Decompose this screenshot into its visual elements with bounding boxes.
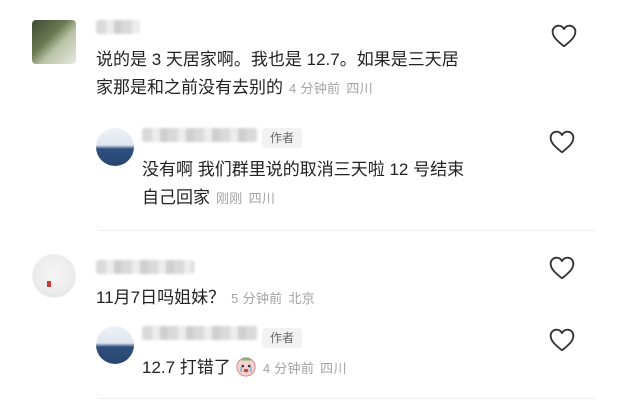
- comment-text-end: 家那是和之前没有去别的: [96, 78, 283, 97]
- avatar[interactable]: [96, 128, 134, 166]
- avatar[interactable]: [96, 326, 134, 364]
- reply-text-line: 自己回家 刚刚 四川: [142, 184, 542, 213]
- reply-text-line: 没有啊 我们群里说的取消三天啦 12 号结束: [142, 160, 465, 179]
- username[interactable]: [96, 20, 140, 34]
- divider: [98, 398, 596, 399]
- comment-text: 说的是 3 天居家啊。我也是 12.7。如果是三天居 家那是和之前没有去别的 4 …: [96, 46, 536, 103]
- heart-outline-icon[interactable]: [551, 24, 577, 48]
- crying-face-emoji: [236, 357, 256, 377]
- reply-text-end: 自己回家: [142, 188, 210, 207]
- username[interactable]: [142, 128, 258, 142]
- comment-item: 说的是 3 天居家啊。我也是 12.7。如果是三天居 家那是和之前没有去别的 4 …: [0, 0, 618, 232]
- comment-item: 11月7日吗姐妹？ 5 分钟前 北京 作者 12.7 打错了 4 分钟前 四川: [0, 232, 618, 402]
- username[interactable]: [96, 260, 194, 274]
- comment-time: 5 分钟前: [231, 291, 283, 306]
- comment-location: 北京: [288, 291, 316, 306]
- author-tag: 作者: [262, 128, 303, 148]
- comment-text-line: 11月7日吗姐妹？: [96, 288, 226, 307]
- username[interactable]: [142, 326, 258, 340]
- reply-location: 四川: [248, 191, 276, 206]
- reply-time: 刚刚: [216, 191, 243, 206]
- reply-text: 没有啊 我们群里说的取消三天啦 12 号结束 自己回家 刚刚 四川: [142, 156, 542, 213]
- divider: [98, 230, 596, 231]
- avatar-mark: [47, 281, 51, 287]
- heart-outline-icon[interactable]: [549, 328, 575, 352]
- comment-text-line: 家那是和之前没有去别的 4 分钟前 四川: [96, 74, 536, 103]
- avatar[interactable]: [32, 254, 76, 298]
- avatar[interactable]: [32, 20, 76, 64]
- author-tag: 作者: [262, 328, 303, 348]
- reply-location: 四川: [320, 361, 347, 376]
- reply-text-line: 12.7 打错了: [142, 358, 231, 377]
- comment-text: 11月7日吗姐妹？ 5 分钟前 北京: [96, 284, 536, 313]
- comment-text-line: 说的是 3 天居家啊。我也是 12.7。如果是三天居: [96, 50, 459, 69]
- heart-outline-icon[interactable]: [549, 256, 575, 280]
- reply-text: 12.7 打错了 4 分钟前 四川: [142, 354, 542, 383]
- comment-location: 四川: [346, 81, 373, 96]
- comment-time: 4 分钟前: [289, 81, 341, 96]
- reply-time: 4 分钟前: [262, 361, 315, 376]
- heart-outline-icon[interactable]: [549, 130, 575, 154]
